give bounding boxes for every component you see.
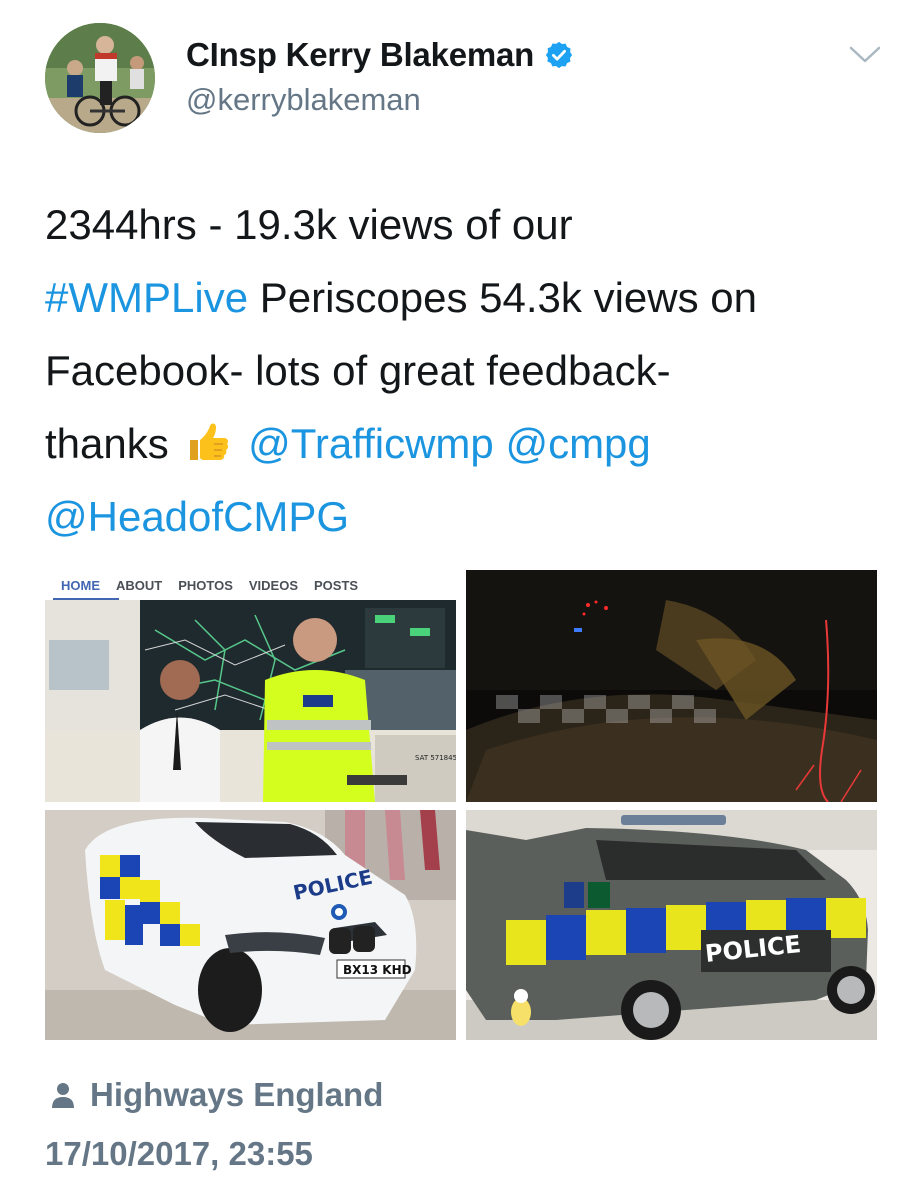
tweet-text: 2344hrs - 19.3k views of our #WMPLive Pe… (45, 188, 885, 553)
location-label[interactable]: Highways England (90, 1076, 383, 1114)
media-image-landrover-police-car[interactable]: POLICE (466, 810, 877, 1040)
thumbs-up-icon (190, 423, 229, 460)
tweet-line-5: @HeadofCMPG (45, 480, 885, 553)
tweet-line-2: #WMPLive Periscopes 54.3k views on (45, 261, 885, 334)
screen-code: SAT 571845 (415, 754, 456, 762)
avatar[interactable] (45, 23, 155, 133)
media-image-control-room[interactable]: HOME ABOUT PHOTOS VIDEOS POSTS SAT 57184… (45, 570, 456, 802)
timestamp: 17/10/2017, 23:55 (45, 1135, 313, 1172)
tweet-line-3: Facebook- lots of great feedback- (45, 347, 671, 394)
person-icon (52, 1083, 74, 1108)
mention-cmpg[interactable]: @cmpg (505, 420, 650, 467)
media-image-night-video[interactable] (466, 570, 877, 802)
tweet-line-2-text: Periscopes 54.3k views on (248, 274, 757, 321)
handle[interactable]: @kerryblakeman (186, 82, 421, 118)
mention-trafficwmp[interactable]: @Trafficwmp (248, 420, 494, 467)
media-image-bmw-police-car[interactable]: POLICE BX13 KHD (45, 810, 456, 1040)
chevron-down-icon[interactable] (848, 44, 882, 66)
location-tag[interactable]: Highways England (50, 1076, 383, 1114)
mention-headofcmpg[interactable]: @HeadofCMPG (45, 493, 349, 540)
tweet-line-4-text: thanks (45, 420, 169, 467)
bmw-number-plate: BX13 KHD (343, 963, 412, 977)
media-grid: HOME ABOUT PHOTOS VIDEOS POSTS SAT 57184… (45, 570, 877, 1040)
verified-badge-icon (546, 41, 573, 69)
tweet-line-4: thanks @Trafficwmp @cmpg (45, 407, 885, 480)
author-row[interactable]: CInsp Kerry Blakeman (186, 36, 574, 74)
hashtag-link[interactable]: #WMPLive (45, 274, 248, 321)
tweet-line-1: 2344hrs - 19.3k views of our (45, 201, 573, 248)
display-name[interactable]: CInsp Kerry Blakeman (186, 36, 534, 74)
